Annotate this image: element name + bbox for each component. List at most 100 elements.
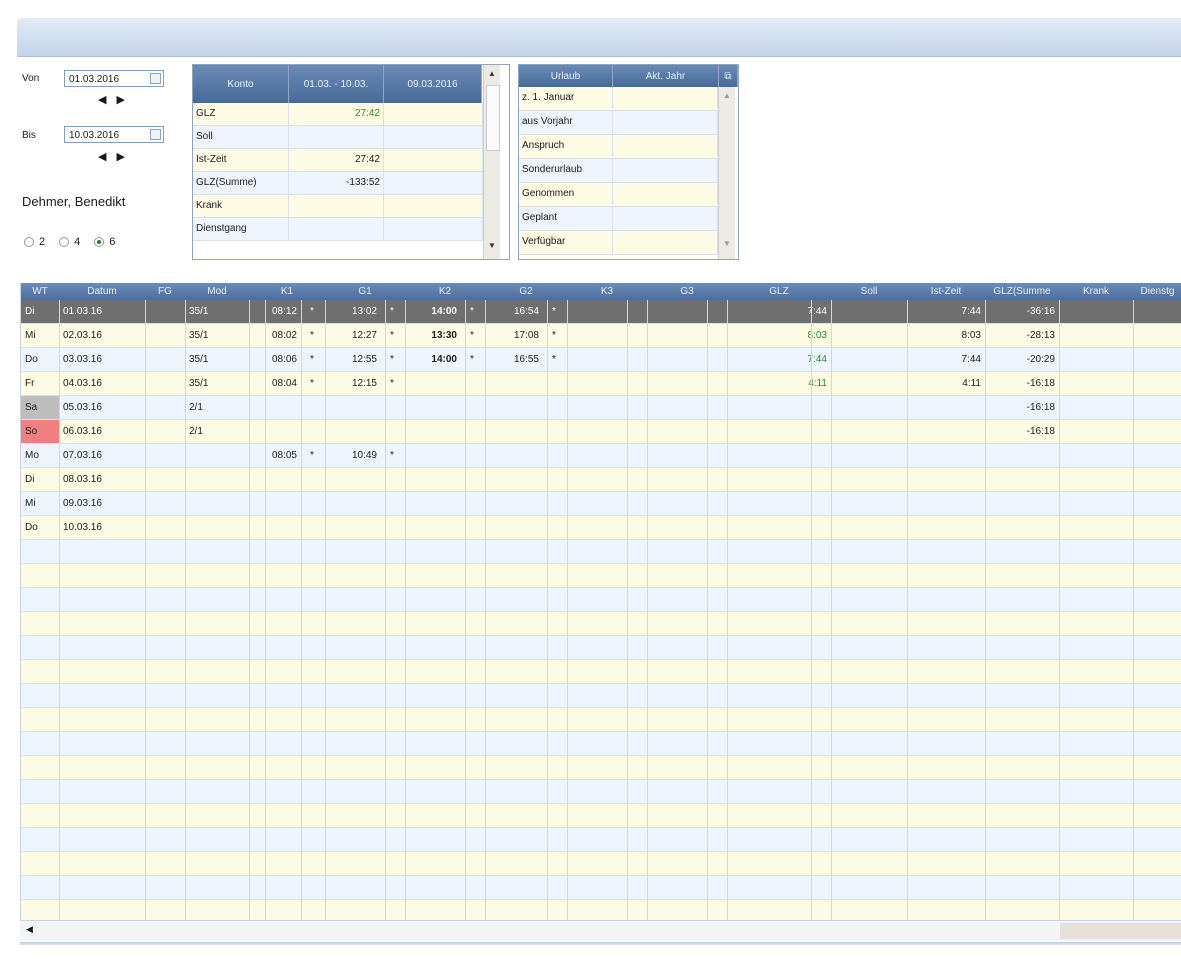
scroll-down-icon[interactable]: ▼	[719, 239, 735, 248]
table-row[interactable]: Mo 07.03.16 08:05 * 10:49 *	[21, 444, 1181, 468]
akt-jahr-col-header[interactable]: Akt. Jahr	[613, 65, 719, 87]
horizontal-scrollbar[interactable]: ◀	[20, 920, 1181, 941]
table-row[interactable]	[21, 540, 1181, 564]
table-row[interactable]	[21, 684, 1181, 708]
column-header[interactable]: GLZ	[727, 283, 831, 300]
previous-arrow-icon[interactable]: ◀	[98, 151, 116, 163]
table-row[interactable]	[21, 756, 1181, 780]
table-row[interactable]	[21, 588, 1181, 612]
radio-option-2[interactable]: 2	[24, 236, 45, 248]
urlaub-row[interactable]: Anspruch	[519, 135, 718, 159]
konto-row[interactable]: Soll	[193, 126, 483, 149]
k2-time-cell[interactable]: 14:00	[405, 348, 461, 371]
column-header[interactable]: K3	[567, 283, 647, 300]
konto-col-header[interactable]: Konto	[193, 65, 289, 103]
urlaub-row[interactable]: z. 1. Januar	[519, 87, 718, 111]
column-header[interactable]: Krank	[1059, 283, 1133, 300]
column-header[interactable]: Soll	[831, 283, 907, 300]
column-header[interactable]: WT	[21, 283, 59, 300]
scroll-down-icon[interactable]: ▼	[484, 241, 500, 250]
konto-row[interactable]: GLZ 27:42	[193, 103, 483, 126]
k2-time-cell[interactable]: 14:00	[405, 300, 461, 323]
urlaub-row[interactable]: Genommen	[519, 183, 718, 207]
table-row[interactable]: Do 10.03.16	[21, 516, 1181, 540]
column-header[interactable]: G2	[485, 283, 567, 300]
k1-time-cell[interactable]: 08:12	[249, 300, 301, 323]
g1-time-cell[interactable]: 12:55	[325, 348, 381, 371]
k1-time-cell[interactable]: 08:04	[249, 372, 301, 395]
table-row[interactable]	[21, 876, 1181, 900]
column-header[interactable]: K1	[249, 283, 325, 300]
k1-time-cell[interactable]: 08:02	[249, 324, 301, 347]
g1-time-cell[interactable]: 12:27	[325, 324, 381, 347]
radio-circle[interactable]	[24, 237, 34, 247]
urlaub-scrollbar[interactable]: ▲ ▼	[718, 87, 735, 259]
radio-circle[interactable]	[59, 237, 70, 247]
table-row[interactable]: Sa 05.03.16 2/1 -16:18	[21, 396, 1181, 420]
radio-circle-selected[interactable]	[94, 237, 105, 247]
table-row[interactable]	[21, 780, 1181, 804]
next-arrow-icon[interactable]: ▶	[116, 151, 134, 163]
table-row[interactable]: Di 08.03.16	[21, 468, 1181, 492]
date-col-header[interactable]: 09.03.2016	[384, 65, 482, 103]
scroll-thumb[interactable]	[1060, 923, 1181, 939]
g2-time-cell[interactable]: 17:08	[485, 324, 543, 347]
scroll-up-icon[interactable]: ▲	[719, 91, 735, 100]
column-header[interactable]: Datum	[59, 283, 145, 300]
urlaub-col-header[interactable]: Urlaub	[519, 65, 613, 87]
calendar-icon[interactable]	[150, 129, 161, 140]
urlaub-row[interactable]: Geplant	[519, 207, 718, 231]
table-row[interactable]	[21, 828, 1181, 852]
table-row[interactable]: Fr 04.03.16 35/1 08:04 * 12:15 * 4:11 4:11 -16:18	[21, 372, 1181, 396]
radio-option-4[interactable]: 4	[59, 236, 80, 248]
konto-row[interactable]: Dienstgang	[193, 218, 483, 241]
table-row[interactable]	[21, 804, 1181, 828]
g2-time-cell[interactable]: 16:54	[485, 300, 543, 323]
konto-row[interactable]: Krank	[193, 195, 483, 218]
g1-time-cell[interactable]: 12:15	[325, 372, 381, 395]
column-header[interactable]: G3	[647, 283, 727, 300]
period-col-header[interactable]: 01.03. - 10.03.	[289, 65, 384, 103]
bis-date-field[interactable]: 10.03.2016	[64, 126, 164, 143]
table-row[interactable]: Mi 09.03.16	[21, 492, 1181, 516]
table-row[interactable]	[21, 852, 1181, 876]
konto-scrollbar[interactable]: ▲ ▼	[483, 65, 500, 259]
scroll-thumb[interactable]	[486, 85, 500, 151]
column-header[interactable]: Ist-Zeit	[907, 283, 985, 300]
table-row[interactable]: So 06.03.16 2/1 -16:18	[21, 420, 1181, 444]
table-row[interactable]	[21, 564, 1181, 588]
radio-option-6[interactable]: 6	[94, 236, 115, 248]
table-row[interactable]: Mi 02.03.16 35/1 08:02 * 12:27 * 13:30 * 17:08 * 8:…	[21, 324, 1181, 348]
column-header[interactable]: Mod	[185, 283, 249, 300]
table-row[interactable]: Di 01.03.16 35/1 08:12 * 13:02 * 14:00 * 16:54 * 7:…	[21, 300, 1181, 324]
next-arrow-icon[interactable]: ▶	[116, 94, 134, 106]
konto-row[interactable]: GLZ(Summe) -133:52	[193, 172, 483, 195]
g1-time-cell[interactable]: 10:49	[325, 444, 381, 467]
previous-arrow-icon[interactable]: ◀	[98, 94, 116, 106]
column-header[interactable]: FG	[145, 283, 185, 300]
urlaub-row[interactable]: aus Vorjahr	[519, 111, 718, 135]
table-row[interactable]: Do 03.03.16 35/1 08:06 * 12:55 * 14:00 * 16:55 * 7:…	[21, 348, 1181, 372]
scroll-up-icon[interactable]: ▲	[484, 69, 500, 78]
k2-time-cell[interactable]: 13:30	[405, 324, 461, 347]
table-row[interactable]	[21, 732, 1181, 756]
von-date-field[interactable]: 01.03.2016	[64, 70, 164, 87]
column-header[interactable]: Dienstg	[1133, 283, 1181, 300]
column-header[interactable]: K2	[405, 283, 485, 300]
urlaub-row[interactable]: Verfügbar	[519, 231, 718, 255]
konto-row[interactable]: Ist-Zeit 27:42	[193, 149, 483, 172]
table-row[interactable]	[21, 612, 1181, 636]
column-header[interactable]: GLZ(Summe	[985, 283, 1059, 300]
k1-time-cell[interactable]: 08:06	[249, 348, 301, 371]
g2-time-cell[interactable]: 16:55	[485, 348, 543, 371]
table-row[interactable]	[21, 636, 1181, 660]
table-row[interactable]	[21, 708, 1181, 732]
g1-time-cell[interactable]: 13:02	[325, 300, 381, 323]
urlaub-row[interactable]: Sonderurlaub	[519, 159, 718, 183]
calendar-icon[interactable]	[150, 73, 161, 84]
copy-icon[interactable]: ⧉	[719, 65, 738, 87]
table-row[interactable]	[21, 660, 1181, 684]
scroll-left-icon[interactable]: ◀	[26, 924, 33, 935]
k1-time-cell[interactable]: 08:05	[249, 444, 301, 467]
table-row[interactable]	[21, 900, 1181, 920]
